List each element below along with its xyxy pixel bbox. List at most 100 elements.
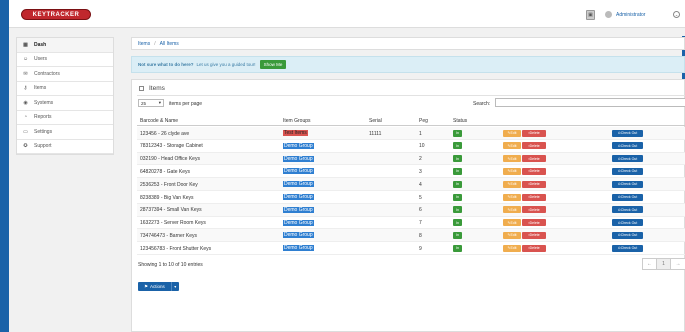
check-out-button[interactable]: ⊙ Check Out [612, 129, 643, 137]
item-name[interactable]: 123456 - 26 clyde ave [140, 131, 189, 137]
item-name[interactable]: 2536253 - Front Door Key [140, 182, 198, 188]
actions-main[interactable]: ⚑ Actions [138, 282, 171, 291]
sidebar: ▦ Dash ☺ Users ✉ Contractors ⚷ Items ◉ Systems ◔ Re… [16, 37, 114, 155]
grid-icon [139, 86, 144, 91]
edit-button[interactable]: ✎ Edit [503, 167, 521, 175]
delete-button[interactable]: ▪ Delete [522, 206, 546, 214]
checkout-label: Check Out [620, 233, 638, 238]
actions-button[interactable]: ⚑ Actions ▾ [138, 282, 179, 291]
breadcrumb-items[interactable]: Items [138, 41, 150, 47]
column-header[interactable]: Serial [369, 118, 382, 124]
item-group-tag: Demo Group [283, 194, 314, 200]
sidebar-item-contractors[interactable]: ✉ Contractors [17, 67, 113, 82]
check-out-button[interactable]: ⊙ Check Out [612, 206, 643, 214]
check-out-button[interactable]: ⊙ Check Out [612, 155, 643, 163]
next-page-button[interactable]: → [671, 259, 685, 269]
delete-button[interactable]: ▪ Delete [522, 219, 546, 227]
divider [137, 95, 685, 96]
checkout-label: Check Out [620, 156, 638, 161]
item-name[interactable]: 8238389 - Big Van Keys [140, 195, 194, 201]
check-out-button[interactable]: ⊙ Check Out [612, 167, 643, 175]
edit-button[interactable]: ✎ Edit [503, 142, 521, 150]
delete-button[interactable]: ▪ Delete [522, 244, 546, 252]
show-me-button[interactable]: Show Me [259, 60, 287, 69]
delete-button[interactable]: ▪ Delete [522, 231, 546, 239]
item-name[interactable]: 123456783 - Front Shutter Keys [140, 246, 211, 252]
chevron-down-icon[interactable]: ⌄ [673, 11, 680, 18]
search-input[interactable] [495, 98, 685, 107]
edit-label: Edit [510, 131, 517, 135]
edit-button[interactable]: ✎ Edit [503, 231, 521, 239]
actions-label: Actions [150, 284, 165, 289]
checkout-label: Check Out [620, 207, 638, 212]
status-badge: In [453, 167, 462, 175]
item-peg: 10 [419, 143, 425, 150]
item-name[interactable]: 64820278 - Gate Keys [140, 169, 190, 175]
column-header[interactable]: Barcode & Name [140, 118, 178, 124]
prev-page-button[interactable]: ← [643, 259, 657, 269]
edit-button[interactable]: ✎ Edit [503, 129, 521, 137]
dashboard-icon: ▦ [23, 41, 28, 48]
delete-button[interactable]: ▪ Delete [522, 180, 546, 188]
item-group-tag: Demo Group [283, 206, 314, 213]
delete-label: Delete [529, 220, 540, 225]
check-out-button[interactable]: ⊙ Check Out [612, 219, 643, 227]
check-out-button[interactable]: ⊙ Check Out [612, 180, 643, 188]
delete-label: Delete [529, 156, 540, 161]
item-name[interactable]: 78312343 - Storage Cabinet [140, 143, 203, 149]
sidebar-item-settings[interactable]: ▭ Settings [17, 125, 113, 140]
edit-label: Edit [510, 169, 517, 174]
sidebar-item-items[interactable]: ⚷ Items [17, 82, 113, 96]
edit-button[interactable]: ✎ Edit [503, 219, 521, 227]
sidebar-item-label: Dash [34, 41, 47, 48]
delete-label: Delete [529, 182, 540, 187]
column-header[interactable]: Peg [419, 118, 428, 124]
table-row: 123456 - 26 clyde ave Test Items 11111 1 In ✎… [137, 127, 685, 140]
edit-label: Edit [510, 182, 517, 187]
check-out-button[interactable]: ⊙ Check Out [612, 244, 643, 252]
table-header: Barcode & Name Item Groups Serial Peg St… [137, 116, 685, 126]
sidebar-item-label: Systems [34, 99, 54, 106]
delete-button[interactable]: ▪ Delete [522, 142, 546, 150]
item-name[interactable]: 032190 - Head Office Keys [140, 156, 200, 162]
sidebar-item-reports[interactable]: ◔ Reports [17, 111, 113, 125]
delete-button[interactable]: ▪ Delete [522, 193, 546, 201]
page-1-button[interactable]: 1 [657, 259, 671, 269]
status-badge: In [453, 155, 462, 163]
sidebar-item-systems[interactable]: ◉ Systems [17, 96, 113, 111]
edit-label: Edit [510, 207, 517, 212]
edit-label: Edit [510, 156, 517, 161]
status-badge: In [453, 142, 462, 150]
edit-button[interactable]: ✎ Edit [503, 193, 521, 201]
column-header[interactable]: Status [453, 118, 467, 124]
checkout-label: Check Out [620, 143, 638, 148]
check-out-button[interactable]: ⊙ Check Out [612, 142, 643, 150]
table-row: 78312343 - Storage Cabinet Demo Group 10 In… [137, 140, 685, 153]
edit-button[interactable]: ✎ Edit [503, 180, 521, 188]
item-name[interactable]: 1632273 - Server Room Keys [140, 220, 206, 226]
settings-icon: ▭ [23, 128, 28, 135]
edit-button[interactable]: ✎ Edit [503, 155, 521, 163]
item-name[interactable]: 28737394 - Small Van Keys [140, 207, 202, 213]
check-out-button[interactable]: ⊙ Check Out [612, 193, 643, 201]
edit-button[interactable]: ✎ Edit [503, 206, 521, 214]
column-header[interactable]: Item Groups [283, 118, 311, 124]
page-length-select[interactable]: 25 ▾ [138, 99, 164, 107]
notification-icon[interactable]: ▣ [586, 10, 595, 20]
delete-button[interactable]: ▪ Delete [522, 167, 546, 175]
checkout-label: Check Out [620, 220, 638, 225]
edit-button[interactable]: ✎ Edit [503, 244, 521, 252]
status-badge: In [453, 180, 462, 188]
chevron-down-icon[interactable]: ▾ [170, 282, 179, 291]
user-menu[interactable]: Administrator [605, 11, 645, 18]
item-name[interactable]: 734746473 - Barner Keys [140, 233, 197, 239]
delete-button[interactable]: ▪ Delete [522, 155, 546, 163]
sidebar-item-support[interactable]: ✪ Support [17, 140, 113, 154]
keytracker-logo[interactable]: KEYTRACKER [21, 9, 91, 20]
item-group-tag: Demo Group [283, 181, 314, 188]
check-out-button[interactable]: ⊙ Check Out [612, 231, 643, 239]
sidebar-item-users[interactable]: ☺ Users [17, 53, 113, 67]
breadcrumb-all-items[interactable]: All Items [160, 41, 179, 47]
delete-button[interactable]: ▪ Delete [522, 129, 546, 137]
sidebar-item-dash[interactable]: ▦ Dash [17, 38, 113, 53]
